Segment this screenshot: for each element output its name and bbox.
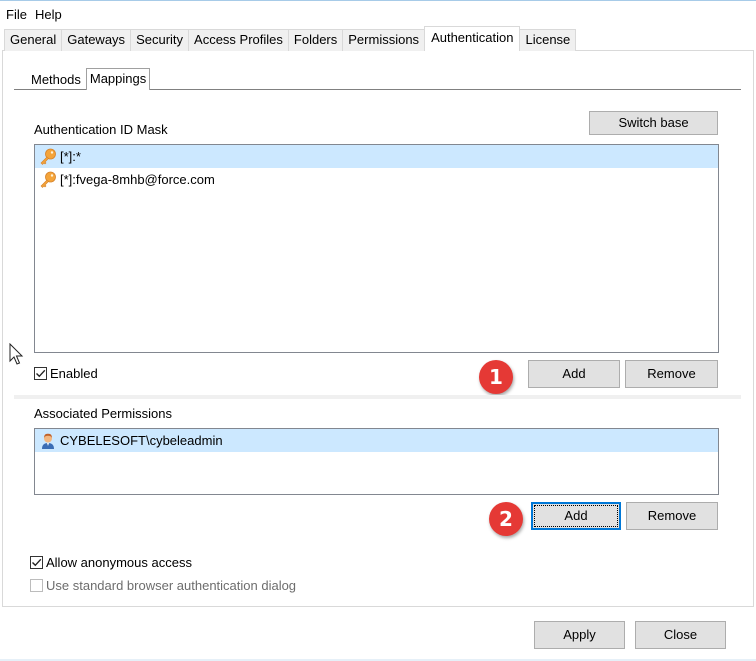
mask-add-button[interactable]: Add [528,360,620,388]
tab-security[interactable]: Security [130,29,190,51]
user-icon [39,432,57,450]
menu-bar: File Help [0,6,66,24]
mask-remove-button[interactable]: Remove [625,360,718,388]
focus-rectangle [534,505,618,527]
key-icon [39,148,57,166]
callout-badge-2: 2 [489,502,523,536]
menu-file[interactable]: File [0,6,31,24]
browser-auth-checkbox[interactable]: Use standard browser authentication dial… [30,578,296,593]
subtab-methods[interactable]: Methods [26,70,86,90]
auth-id-mask-label: Authentication ID Mask [34,122,168,137]
list-item-text: [*]:fvega-8mhb@force.com [60,172,215,187]
unchecked-box-icon[interactable] [30,579,43,592]
list-item[interactable]: [*]:fvega-8mhb@force.com [35,168,718,191]
check-icon[interactable] [30,556,43,569]
sub-tabs: Methods Mappings [26,68,151,90]
callout-badge-1: 1 [479,360,513,394]
subtab-mappings[interactable]: Mappings [85,68,151,90]
apply-button[interactable]: Apply [534,621,625,649]
tab-folders[interactable]: Folders [287,29,344,51]
tab-license[interactable]: License [519,29,577,51]
allow-anonymous-checkbox[interactable]: Allow anonymous access [30,555,192,570]
auth-id-mask-list[interactable]: [*]:* [*]:fvega-8mhb@force.com [34,144,719,353]
enabled-label: Enabled [50,366,98,381]
tab-authentication[interactable]: Authentication [424,26,521,51]
menu-help[interactable]: Help [31,6,66,24]
list-item-text: CYBELESOFT\cybeleadmin [60,433,223,448]
list-item[interactable]: [*]:* [35,145,718,168]
tab-access-profiles[interactable]: Access Profiles [188,29,289,51]
allow-anonymous-label: Allow anonymous access [46,555,192,570]
switch-base-button[interactable]: Switch base [589,111,718,135]
list-item[interactable]: CYBELESOFT\cybeleadmin [35,429,718,452]
associated-permissions-label: Associated Permissions [34,406,172,421]
close-button[interactable]: Close [635,621,726,649]
enabled-checkbox[interactable]: Enabled [34,366,98,381]
mouse-cursor-icon [9,342,25,367]
window-top-border [0,0,756,1]
list-item-text: [*]:* [60,149,81,164]
permissions-remove-button[interactable]: Remove [626,502,718,530]
tab-permissions[interactable]: Permissions [342,29,426,51]
key-icon [39,171,57,189]
section-separator [14,395,741,399]
permissions-add-button[interactable]: Add [531,502,621,530]
check-icon[interactable] [34,367,47,380]
associated-permissions-list[interactable]: CYBELESOFT\cybeleadmin [34,428,719,495]
browser-auth-label: Use standard browser authentication dial… [46,578,297,593]
main-tabs: General Gateways Security Access Profile… [4,26,577,51]
tab-gateways[interactable]: Gateways [61,29,132,51]
tab-general[interactable]: General [4,29,63,51]
